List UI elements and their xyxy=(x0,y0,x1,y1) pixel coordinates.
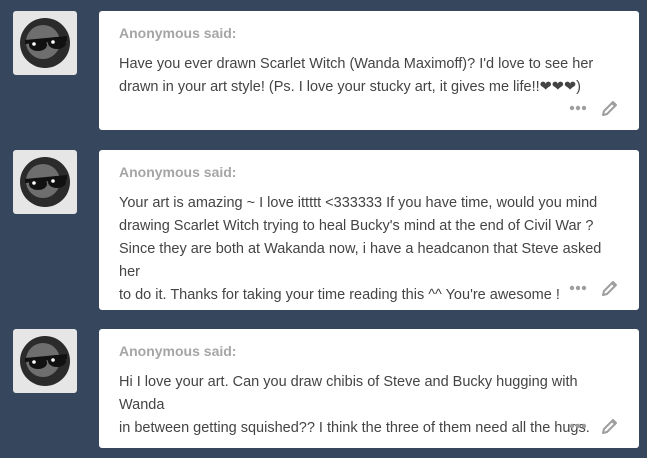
post-controls xyxy=(569,278,619,298)
question-line: Since they are both at Wakanda now, i ha… xyxy=(119,241,602,280)
question-line: Have you ever drawn Scarlet Witch (Wanda… xyxy=(119,56,594,72)
anonymous-sunglasses-avatar-icon xyxy=(20,18,70,68)
more-dots-icon xyxy=(569,105,587,111)
edit-button[interactable] xyxy=(601,279,619,297)
anonymous-avatar[interactable] xyxy=(13,11,77,75)
question-line: Your art is amazing ~ I love ittttt <333… xyxy=(119,195,598,211)
more-options-button[interactable] xyxy=(569,423,587,429)
anonymous-avatar[interactable] xyxy=(13,329,77,393)
question-line: to do it. Thanks for taking your time re… xyxy=(119,287,560,303)
more-options-button[interactable] xyxy=(569,105,587,111)
edit-button[interactable] xyxy=(601,99,619,117)
pencil-icon xyxy=(602,101,617,116)
asker-name: Anonymous said: xyxy=(119,164,237,180)
asker-name: Anonymous said: xyxy=(119,343,237,359)
edit-button[interactable] xyxy=(601,417,619,435)
more-options-button[interactable] xyxy=(569,285,587,291)
more-dots-icon xyxy=(569,285,587,291)
more-dots-icon xyxy=(569,423,587,429)
asker-name: Anonymous said: xyxy=(119,25,237,41)
pencil-icon xyxy=(602,281,617,296)
anonymous-sunglasses-avatar-icon xyxy=(20,157,70,207)
question-line: drawing Scarlet Witch trying to heal Buc… xyxy=(119,218,594,234)
question-line: drawn in your art style! (Ps. I love you… xyxy=(119,79,581,95)
ask-card: Anonymous said: Have you ever drawn Scar… xyxy=(99,11,639,130)
pencil-icon xyxy=(602,419,617,434)
ask-question: Have you ever drawn Scarlet Witch (Wanda… xyxy=(119,53,624,99)
post-controls xyxy=(569,416,619,436)
ask-card: Anonymous said: Your art is amazing ~ I … xyxy=(99,150,639,310)
ask-card: Anonymous said: Hi I love your art. Can … xyxy=(99,329,639,448)
anonymous-avatar[interactable] xyxy=(13,150,77,214)
ask-feed: Anonymous said: Have you ever drawn Scar… xyxy=(0,0,647,458)
ask-question: Hi I love your art. Can you draw chibis … xyxy=(119,371,624,440)
question-line: in between getting squished?? I think th… xyxy=(119,420,590,436)
post-controls xyxy=(569,98,619,118)
question-line: Hi I love your art. Can you draw chibis … xyxy=(119,374,578,413)
ask-question: Your art is amazing ~ I love ittttt <333… xyxy=(119,192,624,307)
anonymous-sunglasses-avatar-icon xyxy=(20,336,70,386)
